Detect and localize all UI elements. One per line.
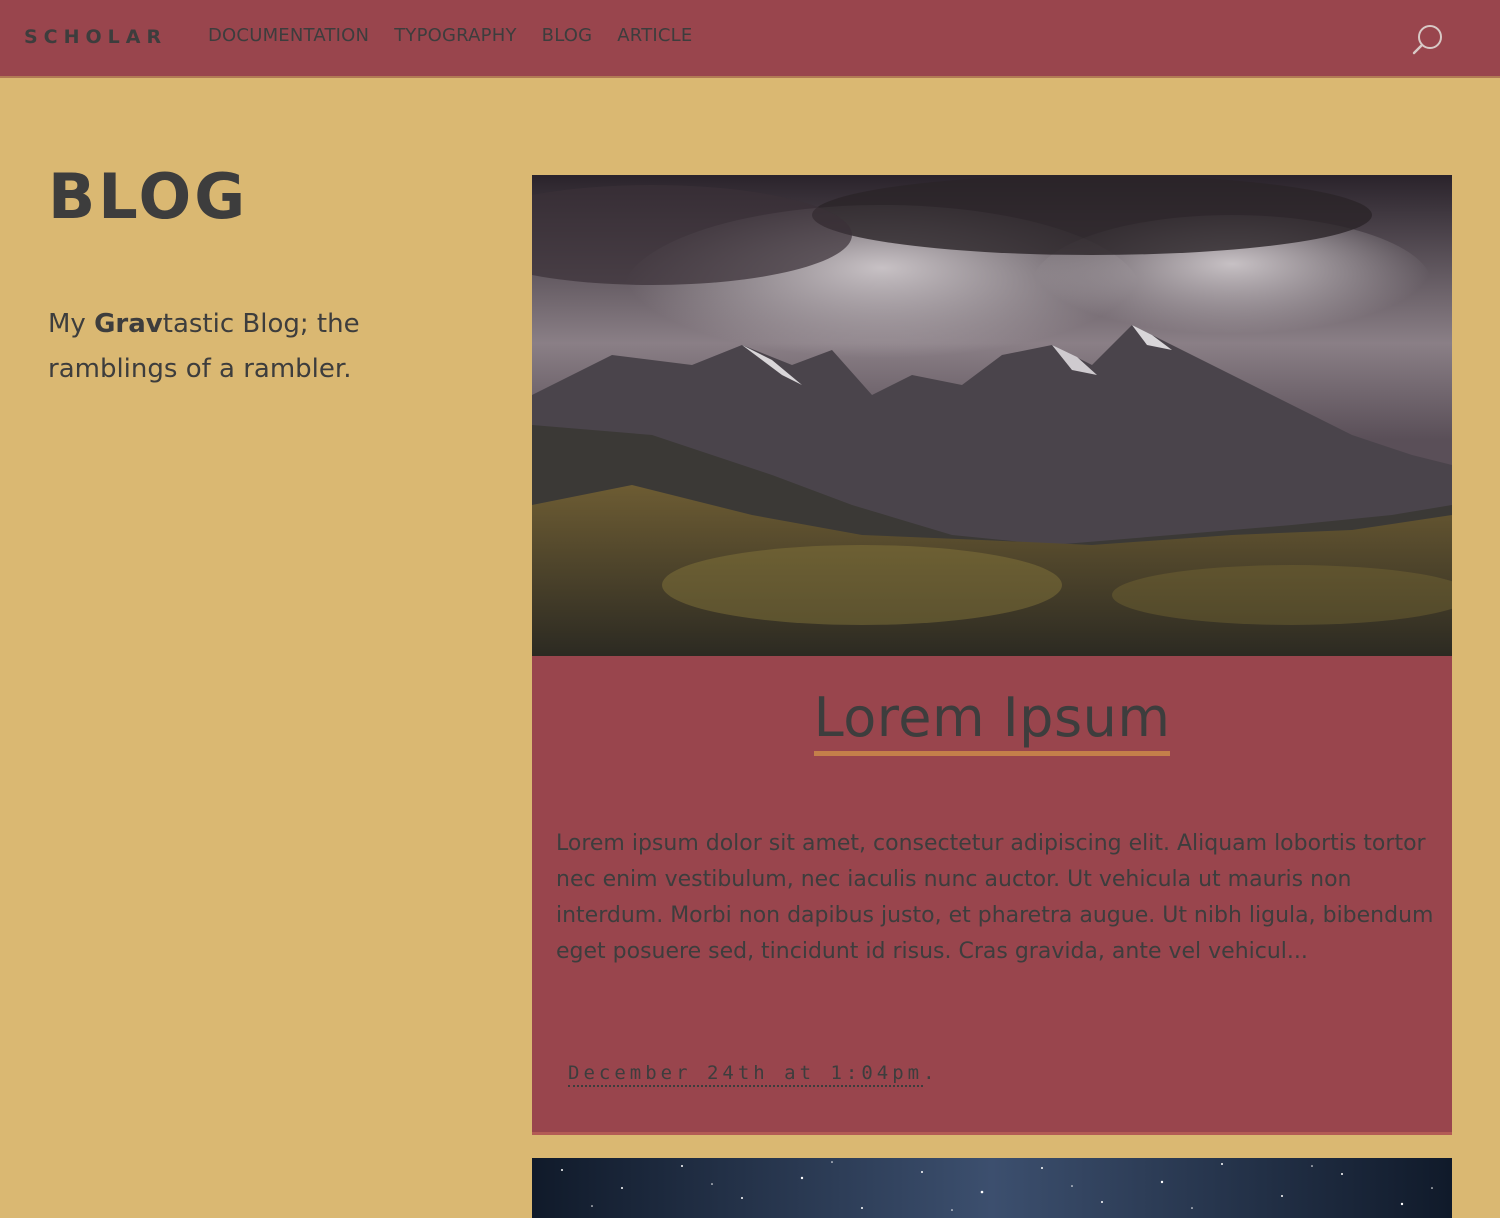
blog-post-card — [532, 175, 1452, 1135]
post-title-wrap: Lorem Ipsum — [532, 686, 1452, 756]
post-date-wrap: December 24th at 1:04pm. — [568, 1062, 935, 1087]
nav-link-article[interactable]: ARTICLE — [617, 25, 692, 46]
next-post-card[interactable] — [532, 1158, 1452, 1218]
search-button[interactable] — [1408, 20, 1448, 60]
main-nav: DOCUMENTATION TYPOGRAPHY BLOG ARTICLE — [208, 25, 717, 46]
nav-item-article: ARTICLE — [617, 25, 692, 46]
lead-bold: Grav — [94, 309, 163, 339]
date-period: . — [923, 1062, 935, 1084]
blog-description: My Gravtastic Blog; the ramblings of a r… — [48, 302, 448, 392]
post-summary: Lorem ipsum dolor sit amet, consectetur … — [556, 831, 1434, 964]
top-navbar: SCHOLAR DOCUMENTATION TYPOGRAPHY BLOG AR… — [0, 0, 1500, 78]
mountain-landscape-image — [532, 175, 1452, 656]
nav-link-blog[interactable]: BLOG — [542, 25, 593, 46]
nav-item-documentation: DOCUMENTATION — [208, 25, 369, 46]
nav-item-blog: BLOG — [542, 25, 593, 46]
post-image-link[interactable] — [532, 175, 1452, 656]
nav-link-typography[interactable]: TYPOGRAPHY — [394, 25, 516, 46]
starry-sky-image — [532, 1158, 1452, 1218]
post-title-link[interactable]: Lorem Ipsum — [813, 686, 1171, 756]
nav-link-documentation[interactable]: DOCUMENTATION — [208, 25, 369, 46]
site-logo-link[interactable]: SCHOLAR — [24, 26, 167, 48]
page-title: BLOG — [48, 160, 249, 233]
lead-prefix: My — [48, 309, 95, 339]
nav-item-typography: TYPOGRAPHY — [394, 25, 516, 46]
search-icon — [1412, 25, 1442, 55]
post-date-link[interactable]: December 24th at 1:04pm — [568, 1062, 924, 1087]
